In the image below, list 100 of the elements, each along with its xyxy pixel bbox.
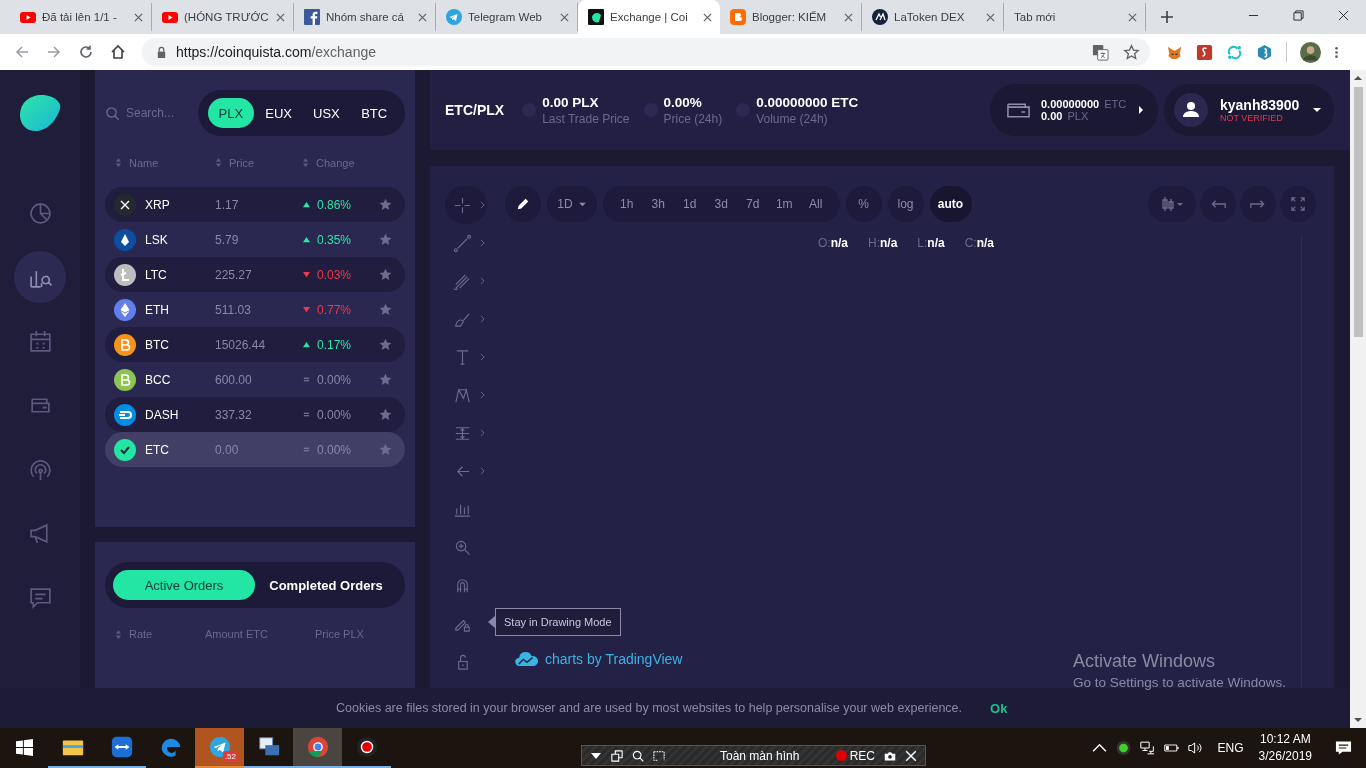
star-icon[interactable]: [379, 373, 392, 386]
capture-mode[interactable]: Toàn màn hình: [720, 748, 827, 763]
translate-icon[interactable]: [1092, 43, 1109, 61]
stat-value: 0.00%: [663, 94, 703, 110]
status-light-icon[interactable]: [1115, 741, 1131, 755]
equals-icon: [302, 446, 311, 453]
battery-icon[interactable]: [1163, 741, 1179, 755]
orders-tab[interactable]: Active Orders: [113, 570, 255, 600]
undo-button[interactable]: [1200, 186, 1236, 222]
star-icon[interactable]: [379, 443, 392, 456]
browser-tab[interactable]: Blogger: KIẾM: [720, 3, 862, 31]
market-row[interactable]: ETH 511.03 0.77%: [105, 292, 405, 327]
star-icon[interactable]: [379, 338, 392, 351]
sort-icon[interactable]: [115, 628, 122, 640]
tradingview-link[interactable]: charts by TradingView: [515, 651, 683, 667]
star-icon[interactable]: [379, 198, 392, 211]
period-button[interactable]: 1h: [611, 197, 643, 211]
period-button[interactable]: 1d: [674, 197, 706, 211]
period-button[interactable]: 3d: [705, 197, 737, 211]
address-field[interactable]: https://coinquista.com/exchange: [142, 38, 1150, 66]
taskbar-app[interactable]: .52: [195, 728, 244, 768]
notifications-icon[interactable]: [1335, 740, 1352, 756]
period-button[interactable]: All: [800, 197, 832, 211]
browser-tab[interactable]: Exchange | Coi: [578, 0, 720, 34]
balance-button[interactable]: 0.00000000 ETC 0.00 PLX: [990, 84, 1158, 136]
browser-tab[interactable]: Telegram Web: [436, 3, 578, 31]
clock[interactable]: 10:12 AM 3/26/2019: [1258, 731, 1312, 765]
search-icon[interactable]: [632, 749, 644, 762]
orders-tab[interactable]: Completed Orders: [255, 570, 397, 600]
browser-tab[interactable]: Nhóm share cá: [294, 3, 436, 31]
sync-icon[interactable]: [1226, 43, 1243, 61]
region-icon[interactable]: [653, 749, 665, 762]
avatar-icon[interactable]: [1300, 41, 1321, 63]
scale-button[interactable]: auto: [929, 186, 972, 222]
market-row[interactable]: BCC 600.00 0.00%: [105, 362, 405, 397]
quote-tab[interactable]: USX: [303, 98, 350, 128]
home-icon[interactable]: [110, 44, 126, 60]
language-indicator[interactable]: ENG: [1217, 741, 1244, 755]
sort-icon[interactable]: [215, 157, 222, 168]
star-icon[interactable]: [1123, 43, 1140, 61]
market-row[interactable]: ETC 0.00 0.00%: [105, 432, 405, 467]
extension-icon[interactable]: [1256, 43, 1273, 61]
market-row[interactable]: BTC 15026.44 0.17%: [105, 327, 405, 362]
coin-symbol: BTC: [145, 337, 170, 352]
interval-dropdown[interactable]: 1D: [547, 186, 597, 222]
draw-button[interactable]: [505, 186, 541, 222]
browser-tab[interactable]: Tab mới: [1004, 3, 1146, 31]
period-button[interactable]: 7d: [737, 197, 769, 211]
scale-button[interactable]: log: [887, 186, 924, 222]
pair-title: ETC/PLX: [445, 102, 505, 118]
volume-icon[interactable]: [1187, 741, 1203, 755]
redo-button[interactable]: [1240, 186, 1276, 222]
sidebar-button[interactable]: [14, 251, 66, 303]
market-row[interactable]: XRP 1.17 0.86%: [105, 187, 405, 222]
forward-icon[interactable]: [46, 44, 62, 60]
network-icon[interactable]: [1139, 741, 1155, 755]
chart-type-button[interactable]: [1148, 186, 1196, 222]
caret-icon: [1312, 107, 1322, 113]
camera-icon[interactable]: [884, 749, 896, 762]
browser-tab[interactable]: (HÓNG TRƯỚC: [152, 3, 294, 31]
cloud-icon: [515, 651, 539, 667]
user-menu[interactable]: kyanh83900 NOT VERIFIED: [1164, 84, 1334, 136]
browser-tab[interactable]: Đã tải lên 1/1 -: [10, 3, 152, 31]
tab-favicon-icon: [162, 9, 178, 25]
down-triangle-icon: [302, 271, 311, 278]
market-row[interactable]: LSK 5.79 0.35%: [105, 222, 405, 257]
market-row[interactable]: LTC 225.27 0.03%: [105, 257, 405, 292]
window-icon[interactable]: [611, 749, 623, 762]
extension-icon[interactable]: [1196, 43, 1213, 61]
cookie-notice: Cookies are files stored in your browser and are used by most websites to help personalise your web experience.: [336, 701, 963, 715]
back-icon[interactable]: [14, 44, 30, 60]
star-icon[interactable]: [379, 303, 392, 316]
coin-price: 600.00: [215, 372, 253, 387]
market-row[interactable]: DASH 337.32 0.00%: [105, 397, 405, 432]
ohlc-value: H:n/a: [868, 236, 898, 250]
fullscreen-button[interactable]: [1280, 186, 1316, 222]
period-button[interactable]: 3h: [642, 197, 674, 211]
stat-label: Volume (24h): [756, 111, 829, 126]
ok-button[interactable]: Ok: [990, 700, 1008, 716]
chevron-up-icon[interactable]: [1091, 741, 1107, 755]
star-icon[interactable]: [379, 233, 392, 246]
coin-symbol: ETH: [145, 302, 170, 317]
star-icon[interactable]: [379, 268, 392, 281]
browser-tab[interactable]: LaToken DEX: [862, 3, 1004, 31]
quote-tab[interactable]: PLX: [208, 98, 254, 128]
period-button[interactable]: 1m: [768, 197, 800, 211]
coin-symbol: ETC: [145, 442, 170, 457]
scroll-thumb[interactable]: [1353, 87, 1363, 337]
quote-tab[interactable]: BTC: [351, 98, 397, 128]
search-field[interactable]: Search...: [105, 105, 191, 121]
scale-button[interactable]: %: [845, 186, 882, 222]
logo-icon[interactable]: [18, 93, 62, 133]
quote-tab[interactable]: EUX: [255, 98, 302, 128]
star-icon[interactable]: [379, 408, 392, 421]
record-button[interactable]: REC: [835, 748, 875, 763]
sort-icon[interactable]: [302, 157, 309, 168]
sort-icon[interactable]: [115, 157, 122, 168]
scrollbar[interactable]: [1350, 70, 1366, 728]
reload-icon[interactable]: [78, 44, 94, 60]
new-tab-icon[interactable]: [1160, 10, 1174, 24]
